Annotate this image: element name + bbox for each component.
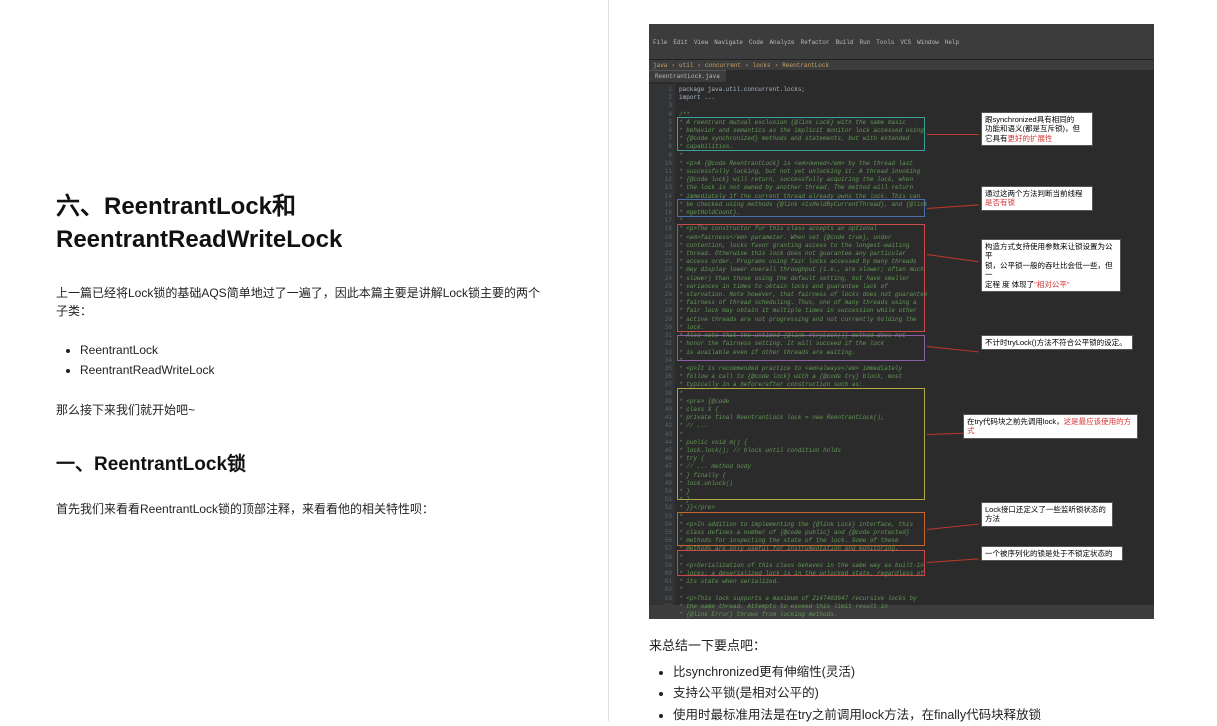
callout-text: 构造方式支持使用参数来让锁设置为公平 <box>985 242 1113 260</box>
breadcrumb-item[interactable]: ReentrantLock <box>782 62 829 69</box>
right-page: File Edit View Navigate Code Analyze Ref… <box>608 0 1217 721</box>
annotation-callout: 在try代码块之前先调用lock，这是最应该使用的方式 <box>963 414 1138 439</box>
callout-text: 锁，公平锁一般的吞吐比会低一些，但一 <box>985 261 1113 279</box>
callout-text: 在try代码块之前先调用lock， <box>967 417 1064 426</box>
menu-item[interactable]: Code <box>749 39 763 46</box>
menu-item[interactable]: Tools <box>876 39 894 46</box>
callout-text: 通过这两个方法判断当前线程 <box>985 189 1083 198</box>
menu-item[interactable]: Edit <box>673 39 687 46</box>
callout-text: 跟synchronized具有相同的 <box>985 115 1074 124</box>
lead-text: 那么接下来我们就开始吧~ <box>56 401 552 419</box>
annotation-arrow <box>927 134 979 135</box>
callout-text: 功能和语义(都是互斥锁)，但 <box>985 124 1080 133</box>
menu-item[interactable]: View <box>694 39 708 46</box>
summary-list: 比synchronized更有伸缩性(灵活) 支持公平锁(是相对公平的) 使用时… <box>673 662 1177 726</box>
callout-text: 不计时tryLock()方法不符合公平锁的设定。 <box>985 338 1127 347</box>
annotation-callout: 通过这两个方法判断当前线程是否有锁 <box>981 186 1093 211</box>
summary-section: 来总结一下要点吧： 比synchronized更有伸缩性(灵活) 支持公平锁(是… <box>649 635 1177 726</box>
summary-lead: 来总结一下要点吧： <box>649 635 1177 654</box>
list-item: 使用时最标准用法是在try之前调用lock方法，在finally代码块释放锁 <box>673 705 1177 726</box>
main-heading: 六、ReentrantLock和 ReentrantReadWriteLock <box>56 191 552 256</box>
ide-menubar: File Edit View Navigate Code Analyze Ref… <box>649 36 1154 48</box>
menu-item[interactable]: Navigate <box>714 39 743 46</box>
breadcrumb-item[interactable]: concurrent <box>705 62 741 69</box>
list-item: 支持公平锁(是相对公平的) <box>673 683 1177 704</box>
section-heading: 一、ReentrantLock锁 <box>56 449 552 476</box>
code-area: package java.util.concurrent.locks;impor… <box>675 84 1154 605</box>
menu-item[interactable]: Window <box>917 39 939 46</box>
menu-item[interactable]: Run <box>859 39 870 46</box>
editor-tab[interactable]: ReentrantLock.java <box>649 70 726 82</box>
subclass-list: ReentrantLock ReentrantReadWriteLock <box>80 340 552 381</box>
left-page: 六、ReentrantLock和 ReentrantReadWriteLock … <box>0 0 608 721</box>
annotation-callout: 一个被序列化的锁是处于不锁定状态的 <box>981 546 1123 561</box>
section-intro: 首先我们来看看ReentrantLock锁的顶部注释，来看看他的相关特性呗： <box>56 500 552 518</box>
menu-item[interactable]: Refactor <box>801 39 830 46</box>
annotation-callout: 构造方式支持使用参数来让锁设置为公平 锁，公平锁一般的吞吐比会低一些，但一 定程… <box>981 239 1121 292</box>
menu-item[interactable]: VCS <box>900 39 911 46</box>
callout-text: 它具有 <box>985 134 1008 143</box>
list-item: ReentrantLock <box>80 340 552 360</box>
breadcrumb-item[interactable]: java <box>653 62 667 69</box>
ide-titlebar <box>649 24 1154 36</box>
menu-item[interactable]: Build <box>835 39 853 46</box>
callout-red: 更好的扩展性 <box>1008 134 1053 143</box>
callout-red: "相对公平" <box>1034 280 1069 289</box>
annotation-callout: Lock接口还定义了一些监听锁状态的 方法 <box>981 502 1113 527</box>
annotation-callout: 不计时tryLock()方法不符合公平锁的设定。 <box>981 335 1133 350</box>
menu-item[interactable]: Help <box>945 39 959 46</box>
annotation-callout: 跟synchronized具有相同的 功能和语义(都是互斥锁)，但 它具有更好的… <box>981 112 1093 146</box>
breadcrumb-item[interactable]: locks <box>753 62 771 69</box>
callout-text: 定程 度 体现了 <box>985 280 1034 289</box>
breadcrumb-item[interactable]: util <box>679 62 693 69</box>
line-gutter: 1234567891011121314151617181920212223242… <box>649 84 675 605</box>
heading-line-2: ReentrantReadWriteLock <box>56 226 342 253</box>
callout-text: 一个被序列化的锁是处于不锁定状态的 <box>985 549 1113 558</box>
ide-editor: 1234567891011121314151617181920212223242… <box>649 84 1154 605</box>
callout-text: 方法 <box>985 514 1000 523</box>
ide-breadcrumb: java› util› concurrent› locks› Reentrant… <box>649 60 1154 70</box>
list-item: 比synchronized更有伸缩性(灵活) <box>673 662 1177 683</box>
menu-item[interactable]: File <box>653 39 667 46</box>
intro-text: 上一篇已经将Lock锁的基础AQS简单地过了一遍了，因此本篇主要是讲解Lock锁… <box>56 284 552 320</box>
callout-red: 是否有锁 <box>985 198 1015 207</box>
ide-toolbar <box>649 48 1154 60</box>
ide-tabs: ReentrantLock.java <box>649 70 1154 82</box>
ide-screenshot: File Edit View Navigate Code Analyze Ref… <box>649 24 1154 619</box>
menu-item[interactable]: Analyze <box>769 39 794 46</box>
callout-text: Lock接口还定义了一些监听锁状态的 <box>985 505 1106 514</box>
heading-line-1: 六、ReentrantLock和 <box>56 193 296 220</box>
list-item: ReentrantReadWriteLock <box>80 360 552 380</box>
